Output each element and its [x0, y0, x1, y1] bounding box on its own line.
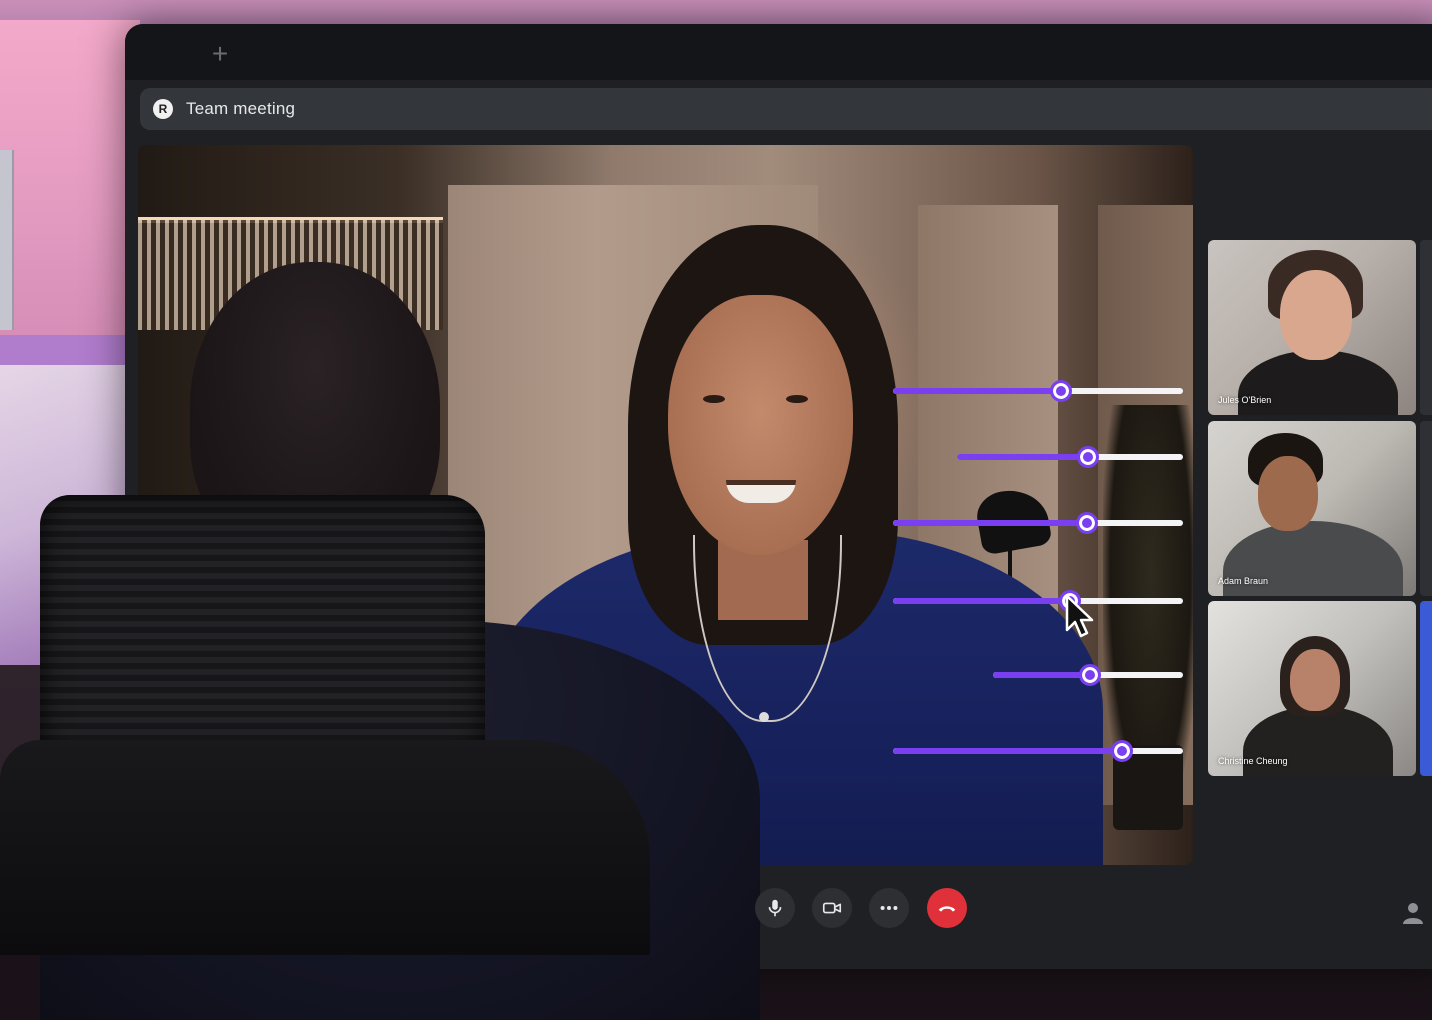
purple-shelf	[0, 335, 140, 365]
slider-thumb[interactable]	[1078, 664, 1101, 686]
participant-tile[interactable]: Jules O'Brien	[1208, 240, 1416, 415]
page-title: Team meeting	[186, 99, 296, 118]
adjustment-slider-2[interactable]	[957, 446, 1183, 468]
participant-face	[1280, 270, 1352, 360]
participant-face	[1258, 456, 1318, 531]
tile-edge	[1420, 421, 1432, 596]
slider-fill	[893, 520, 1088, 526]
camera-button[interactable]	[812, 888, 852, 928]
camera-icon	[822, 902, 842, 914]
office-chair-frame	[0, 740, 650, 955]
participant-name: Adam Braun	[1218, 576, 1269, 586]
speaker-eye-left	[703, 395, 725, 403]
pink-wall	[0, 20, 140, 350]
avatar[interactable]: R	[153, 99, 173, 119]
tile-edge	[1420, 240, 1432, 415]
slider-fill	[957, 454, 1089, 460]
more-options-button[interactable]	[869, 888, 909, 928]
slider-fill	[993, 672, 1090, 678]
participant-name: Jules O'Brien	[1218, 395, 1272, 405]
adjustment-slider-1[interactable]	[893, 380, 1183, 402]
meeting-title-bar: R Team meeting	[140, 88, 1432, 130]
slider-fill	[893, 598, 1070, 604]
participant-name: Christine Cheung	[1218, 756, 1288, 766]
participant-tile[interactable]: Christine Cheung	[1208, 601, 1416, 776]
wall-panel	[0, 150, 14, 330]
slider-fill	[893, 748, 1123, 754]
new-tab-button[interactable]: +	[195, 34, 245, 74]
slider-fill	[893, 388, 1062, 394]
participant-tile[interactable]: Adam Braun	[1208, 421, 1416, 596]
microphone-icon	[768, 899, 782, 917]
slider-thumb[interactable]	[1111, 740, 1134, 762]
tile-edge-active	[1420, 601, 1432, 776]
adjustment-slider-4[interactable]	[893, 590, 1183, 612]
adjustment-slider-6[interactable]	[893, 740, 1183, 762]
participant-face	[1290, 649, 1340, 711]
participants-icon[interactable]	[1398, 898, 1428, 928]
microphone-button[interactable]	[755, 888, 795, 928]
end-call-button[interactable]	[927, 888, 967, 928]
speaker-face	[668, 295, 853, 555]
adjustment-slider-5[interactable]	[993, 664, 1183, 686]
speaker-eye-right	[786, 395, 808, 403]
mouse-cursor-icon	[1065, 594, 1094, 638]
slider-thumb[interactable]	[1077, 446, 1100, 468]
more-options-icon	[880, 905, 898, 911]
speaker-pendant	[759, 712, 769, 722]
tab-strip: +	[125, 24, 1432, 80]
end-call-icon	[938, 906, 956, 912]
office-chair-back	[40, 495, 485, 765]
adjustment-slider-3[interactable]	[893, 512, 1183, 534]
